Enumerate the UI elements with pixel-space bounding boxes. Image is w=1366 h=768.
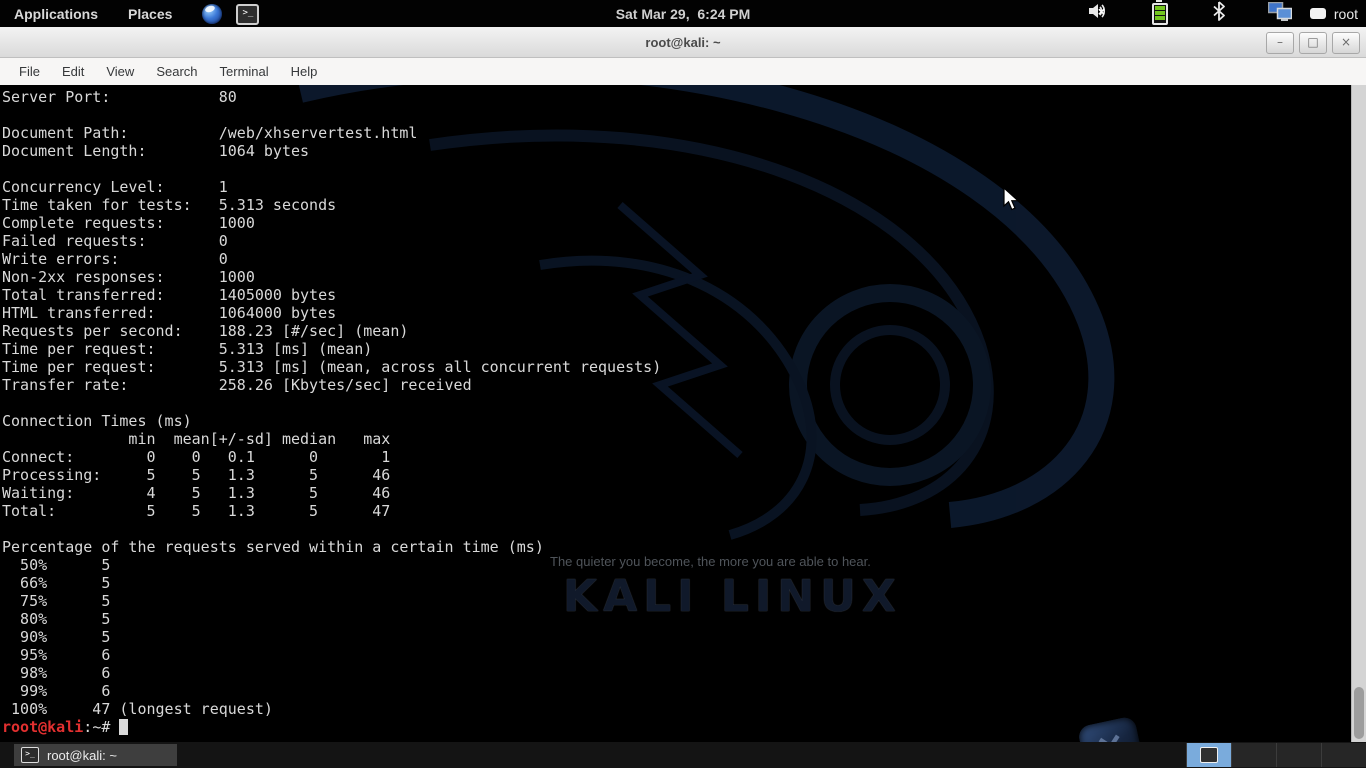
prompt-user: root@kali (2, 718, 83, 736)
terminal-launcher-icon[interactable]: >_ (236, 4, 259, 25)
places-menu[interactable]: Places (128, 6, 172, 22)
scrollbar[interactable] (1351, 85, 1366, 742)
menu-view[interactable]: View (95, 58, 145, 85)
menu-terminal[interactable]: Terminal (209, 58, 280, 85)
menu-search[interactable]: Search (145, 58, 208, 85)
workspace-3[interactable] (1276, 743, 1321, 767)
menu-edit[interactable]: Edit (51, 58, 95, 85)
browser-launcher-icon[interactable] (202, 4, 222, 24)
panel-left: Applications Places >_ (14, 3, 273, 25)
applications-menu[interactable]: Applications (14, 6, 98, 22)
user-menu[interactable]: root (1334, 6, 1358, 22)
window-controls: – □ × (1261, 32, 1360, 54)
scrollbar-thumb[interactable] (1354, 687, 1364, 739)
menubar: File Edit View Search Terminal Help (0, 58, 1366, 85)
close-button[interactable]: × (1332, 32, 1360, 54)
notification-icon[interactable] (1310, 8, 1326, 19)
terminal-window: root@kali: ~ – □ × File Edit View Search… (0, 27, 1366, 742)
desktop: Applications Places >_ Sat Mar 29, 6:24 … (0, 0, 1366, 768)
top-panel: Applications Places >_ Sat Mar 29, 6:24 … (0, 0, 1366, 27)
text-cursor (119, 719, 128, 735)
taskbar: >_ root@kali: ~ (0, 742, 1366, 768)
bluetooth-icon[interactable] (1212, 1, 1226, 26)
volume-muted-icon[interactable] (1088, 2, 1110, 25)
prompt-separator: : (83, 718, 92, 736)
workspace-switcher (1186, 743, 1366, 767)
system-tray: root (1088, 0, 1358, 27)
task-button-terminal[interactable]: >_ root@kali: ~ (14, 744, 177, 766)
menu-file[interactable]: File (8, 58, 51, 85)
terminal-output: Server Port: 80 Document Path: /web/xhse… (2, 88, 1349, 736)
window-title: root@kali: ~ (0, 27, 1366, 58)
clock[interactable]: Sat Mar 29, 6:24 PM (616, 6, 751, 22)
workspace-window-thumb (1200, 747, 1218, 763)
menu-help[interactable]: Help (280, 58, 329, 85)
titlebar[interactable]: root@kali: ~ – □ × (0, 27, 1366, 58)
workspace-1[interactable] (1186, 743, 1231, 767)
task-label: root@kali: ~ (47, 748, 117, 763)
prompt-symbol: # (101, 718, 110, 736)
minimize-button[interactable]: – (1266, 32, 1294, 54)
network-icon[interactable] (1268, 2, 1292, 26)
prompt-path: ~ (92, 718, 101, 736)
battery-icon[interactable] (1152, 3, 1168, 25)
terminal-task-icon: >_ (21, 747, 39, 763)
workspace-2[interactable] (1231, 743, 1276, 767)
ab-benchmark-output: Server Port: 80 Document Path: /web/xhse… (2, 88, 1349, 718)
terminal-viewport[interactable]: KALI LINUX The quieter you become, the m… (0, 85, 1366, 742)
shell-prompt: root@kali:~# (2, 718, 1349, 736)
workspace-4[interactable] (1321, 743, 1366, 767)
maximize-button[interactable]: □ (1299, 32, 1327, 54)
